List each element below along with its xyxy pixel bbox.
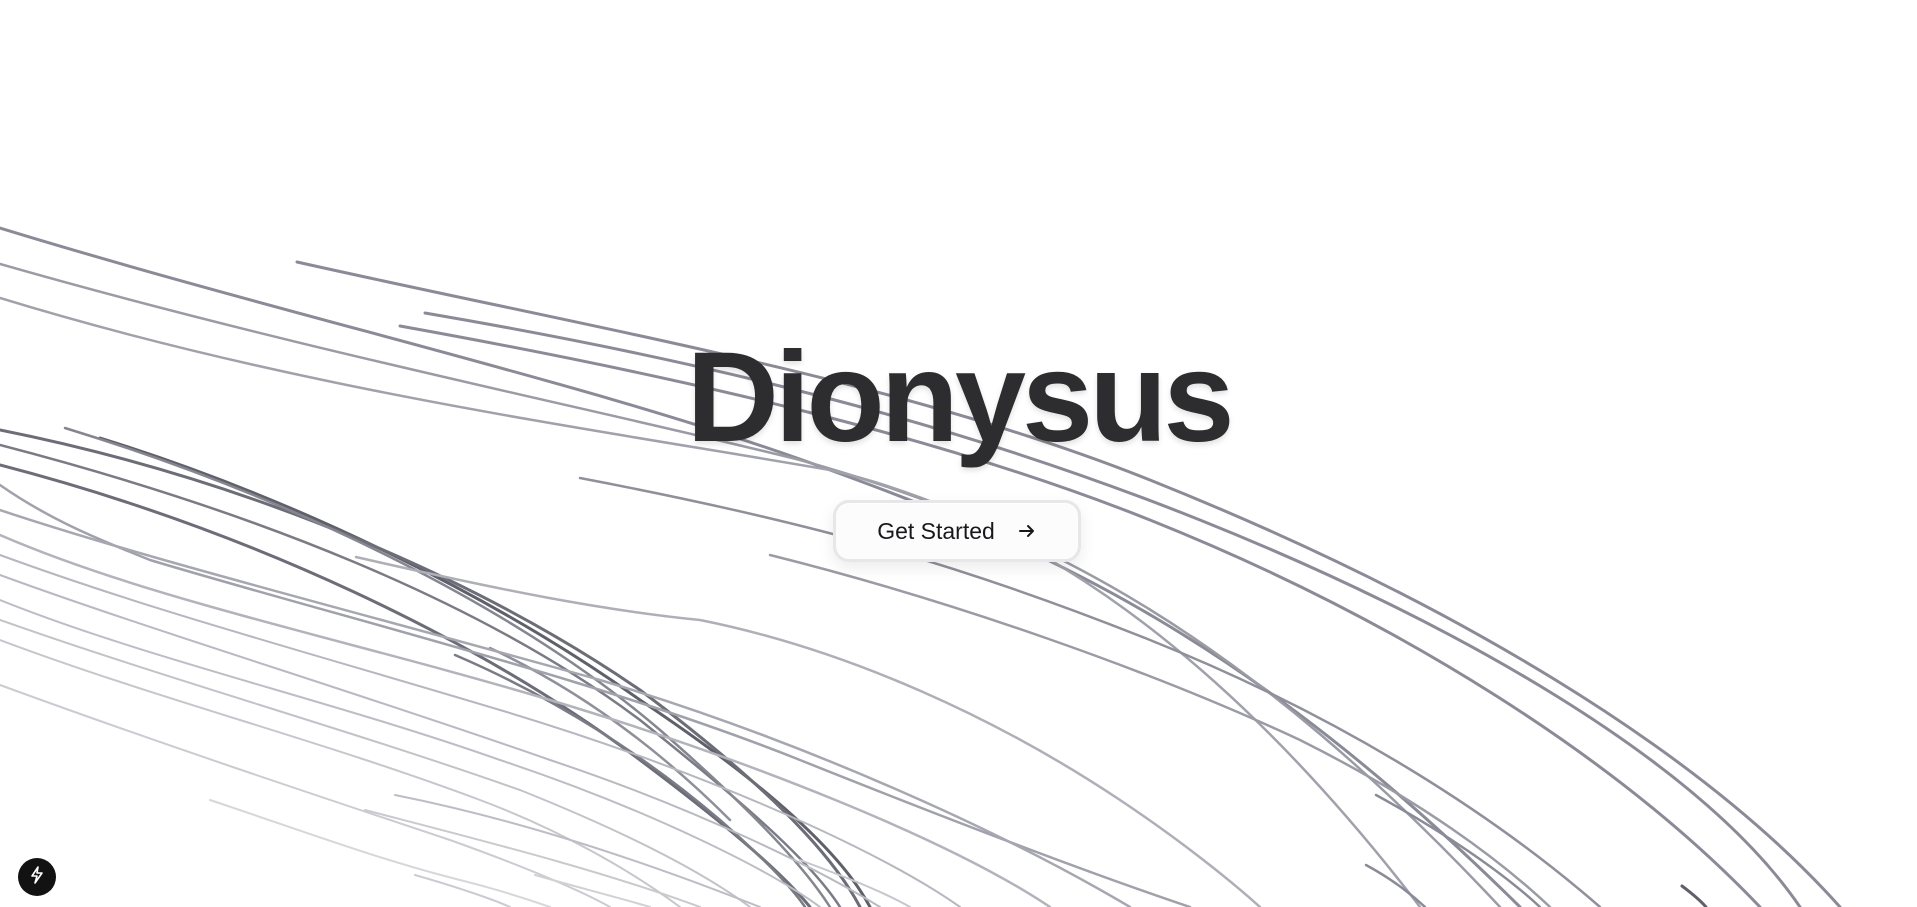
hero-section: Dionysus Get Started [0,0,1917,907]
lightning-bolt-icon [27,865,47,890]
hero-title: Dionysus [686,326,1234,469]
dev-tools-badge[interactable] [18,858,56,896]
arrow-right-icon [1017,521,1037,541]
get-started-button[interactable]: Get Started [833,500,1081,562]
page-canvas: Dionysus Get Started [0,0,1917,907]
get-started-label: Get Started [877,517,995,544]
